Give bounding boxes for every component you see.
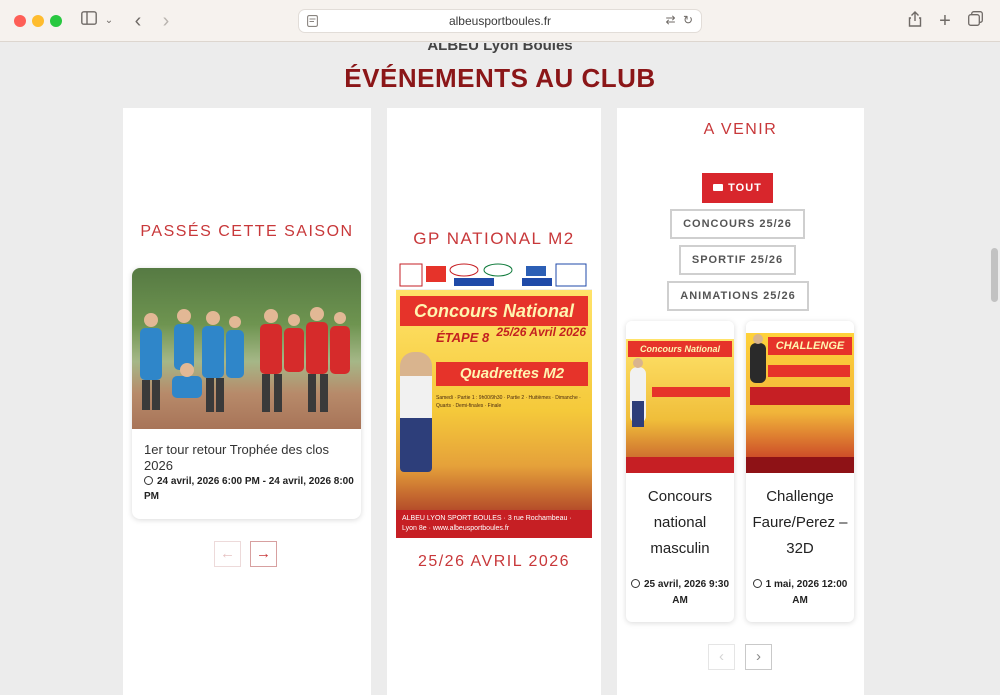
event-poster[interactable]: Concours National ÉTAPE 8 25/26 Avril 20… <box>396 260 592 538</box>
past-events-heading: PASSÉS CETTE SAISON <box>140 223 354 240</box>
upcoming-event-date: 1 mai, 2026 12:00 AM <box>750 577 850 609</box>
poster-date: 25/26 Avril 2026 <box>496 325 586 339</box>
clock-icon <box>630 579 640 588</box>
poster-artwork: Concours National ÉTAPE 8 25/26 Avril 20… <box>396 290 592 510</box>
upcoming-event-card[interactable]: Concours National Concours national masc… <box>626 321 734 622</box>
filter-animations-button[interactable]: ANIMATIONS 25/26 <box>667 281 809 311</box>
page-scrollbar[interactable] <box>991 248 998 302</box>
sponsor-logos <box>396 260 592 290</box>
upcoming-prev-button[interactable]: ‹ <box>708 644 735 670</box>
upcoming-event-card[interactable]: CHALLENGE Challenge Faure/Perez – 32D 1 … <box>746 321 854 622</box>
filter-concours-button[interactable]: CONCOURS 25/26 <box>670 209 805 239</box>
section-title: ÉVÉNEMENTS AU CLUB <box>344 63 656 93</box>
poster-schedule: Samedi · Partie 1 : 9h00/9h30 · Partie 2… <box>436 395 581 409</box>
event-photo <box>132 268 361 429</box>
featured-event-date: 25/26 AVRIL 2026 <box>417 553 571 570</box>
upcoming-event-date: 25 avril, 2026 9:30 AM <box>630 577 730 609</box>
forward-icon[interactable]: › <box>158 11 174 31</box>
poster-subtitle: Quadrettes M2 <box>436 362 588 386</box>
share-icon[interactable] <box>906 11 924 31</box>
folder-icon <box>713 184 724 191</box>
featured-event-column: GP NATIONAL M2 Concours National ÉTAPE 8… <box>387 108 601 695</box>
past-event-date: 24 avril, 2026 6:00 PM - 24 avril, 2026 … <box>144 476 354 502</box>
past-next-button[interactable]: → <box>250 541 277 567</box>
browser-toolbar: ⌄ ‹ › albeusportboules.fr ⇄ ↻ + <box>0 0 1000 42</box>
translate-icon[interactable]: ⇄ <box>666 13 676 27</box>
upcoming-event-thumbnail: CHALLENGE <box>746 321 854 473</box>
zoom-window-button[interactable] <box>50 15 62 27</box>
upcoming-event-title[interactable]: Concours national masculin <box>630 484 730 562</box>
reload-icon[interactable]: ↻ <box>683 13 693 27</box>
clock-icon <box>144 476 153 485</box>
past-prev-button[interactable]: ← <box>214 541 241 567</box>
new-tab-icon[interactable]: + <box>936 11 954 31</box>
filter-all-button[interactable]: TOUT <box>702 173 773 203</box>
page-content: ALBEU Lyon Boules ÉVÉNEMENTS AU CLUB PAS… <box>0 43 1000 695</box>
poster-band: Concours National <box>400 296 588 326</box>
url-text: albeusportboules.fr <box>448 14 552 28</box>
poster-etape: ÉTAPE 8 <box>436 330 490 345</box>
featured-event-heading[interactable]: GP NATIONAL M2 <box>387 229 601 249</box>
past-events-column: PASSÉS CETTE SAISON 1er tour retour Trop… <box>123 108 371 695</box>
chevron-down-icon[interactable]: ⌄ <box>102 11 116 31</box>
upcoming-event-title[interactable]: Challenge Faure/Perez – 32D <box>750 484 850 562</box>
sidebar-icon[interactable] <box>80 11 98 31</box>
upcoming-next-button[interactable]: › <box>745 644 772 670</box>
past-event-title[interactable]: 1er tour retour Trophée des clos 2026 <box>144 442 354 474</box>
upcoming-events-column: A VENIR TOUT CONCOURS 25/26 SPORTIF 25/2… <box>617 108 864 695</box>
minimize-window-button[interactable] <box>32 15 44 27</box>
poster-footer: ALBEU LYON SPORT BOULES · 3 rue Rochambe… <box>396 510 592 538</box>
close-window-button[interactable] <box>14 15 26 27</box>
filter-sportif-button[interactable]: SPORTIF 25/26 <box>679 245 796 275</box>
upcoming-event-thumbnail: Concours National <box>626 321 734 473</box>
site-brand: ALBEU Lyon Boules <box>427 43 573 54</box>
address-bar[interactable]: albeusportboules.fr ⇄ ↻ <box>298 9 702 33</box>
clock-icon <box>752 579 762 588</box>
player-figure <box>400 352 432 472</box>
tab-overview-icon[interactable] <box>966 11 984 31</box>
back-icon[interactable]: ‹ <box>130 11 146 31</box>
past-event-card[interactable]: 1er tour retour Trophée des clos 2026 24… <box>132 268 361 519</box>
upcoming-heading: A VENIR <box>703 121 778 138</box>
